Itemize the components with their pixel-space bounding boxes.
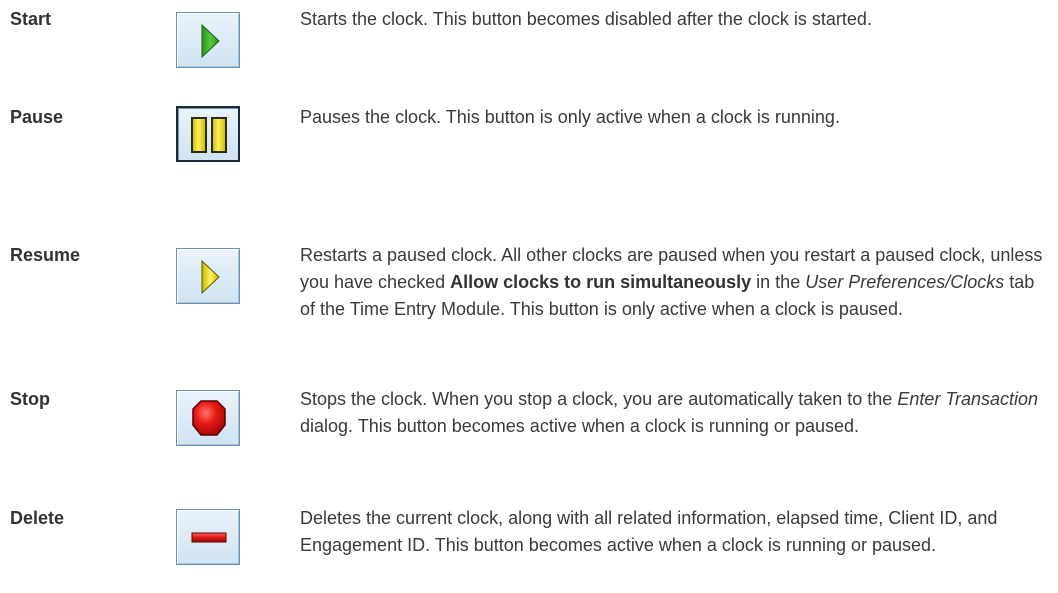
resume-label: Resume	[10, 245, 81, 265]
delete-red-bar-icon	[191, 532, 227, 543]
resume-description: Restarts a paused clock. All other clock…	[300, 242, 1050, 323]
play-yellow-icon	[201, 259, 220, 295]
start-description: Starts the clock. This button becomes di…	[300, 6, 1050, 33]
delete-button[interactable]	[176, 509, 240, 565]
stop-red-icon	[192, 400, 226, 436]
stop-desc-text-2: dialog. This button becomes active when …	[300, 416, 859, 436]
stop-button[interactable]	[176, 390, 240, 446]
pause-yellow-icon	[191, 117, 227, 153]
start-desc-text: Starts the clock. This button becomes di…	[300, 9, 872, 29]
delete-desc-text: Deletes the current clock, along with al…	[300, 508, 998, 555]
pause-description: Pauses the clock. This button is only ac…	[300, 104, 1050, 131]
stop-label: Stop	[10, 389, 50, 409]
delete-label: Delete	[10, 508, 65, 528]
pause-label: Pause	[10, 107, 64, 127]
resume-desc-text-2: in the	[751, 272, 806, 292]
stop-desc-text-1: Stops the clock. When you stop a clock, …	[300, 389, 898, 409]
pause-desc-text: Pauses the clock. This button is only ac…	[300, 107, 840, 127]
resume-button[interactable]	[176, 248, 240, 304]
stop-desc-italic: Enter Transaction	[897, 389, 1039, 409]
start-label: Start	[10, 9, 52, 29]
resume-desc-bold: Allow clocks to run simultaneously	[450, 272, 752, 292]
pause-button[interactable]	[176, 106, 240, 162]
play-green-icon	[201, 23, 220, 59]
resume-desc-italic: User Preferences/Clocks	[805, 272, 1005, 292]
stop-description: Stops the clock. When you stop a clock, …	[300, 386, 1050, 440]
delete-description: Deletes the current clock, along with al…	[300, 505, 1050, 559]
start-button[interactable]	[176, 12, 240, 68]
